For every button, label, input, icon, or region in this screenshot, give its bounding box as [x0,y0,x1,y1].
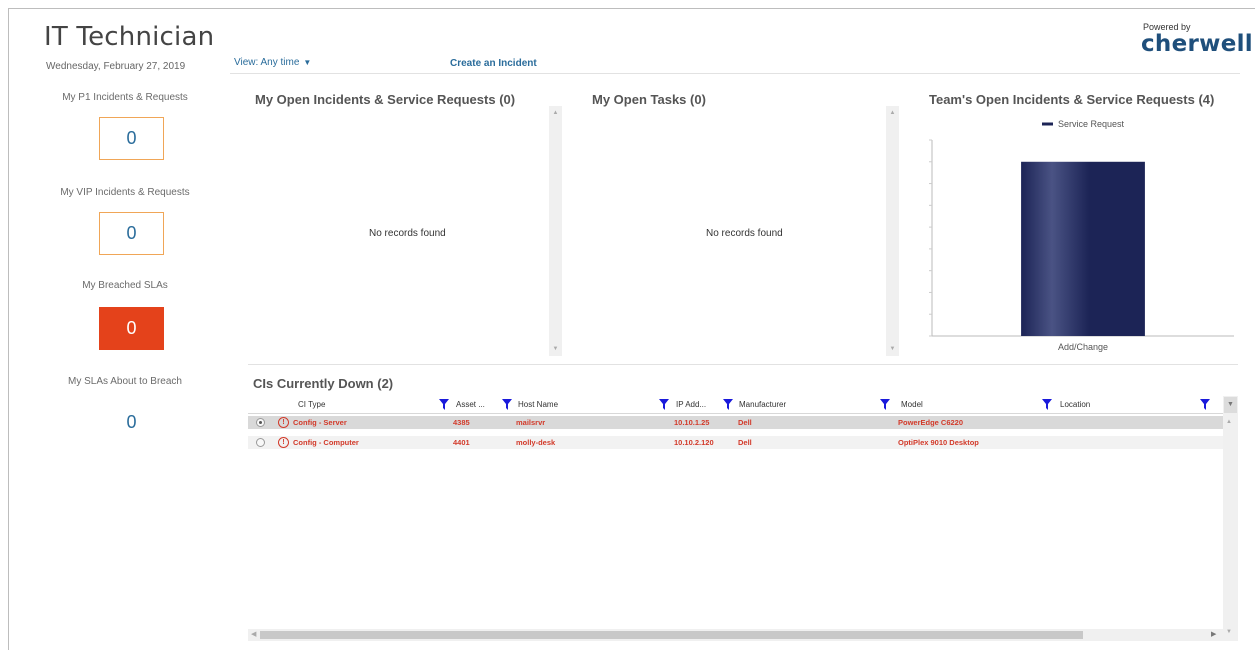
open-tasks-scrollbar[interactable]: ▲ ▼ [886,106,899,356]
cell-asset: 4385 [453,418,470,427]
filter-icon[interactable] [502,399,512,410]
cell-ci-type: Config - Computer [293,438,359,447]
column-header-model[interactable]: Model [901,400,923,409]
cell-host-name: mailsrvr [516,418,546,427]
bar [1021,161,1145,336]
slas-about-to-breach-label: My SLAs About to Breach [68,376,182,387]
scroll-up-icon[interactable]: ▲ [549,110,562,116]
panels-divider [248,364,1238,365]
p1-incidents-label: My P1 Incidents & Requests [62,92,188,103]
table-row[interactable]: ! Config - Server 4385 mailsrvr 10.10.1.… [248,416,1223,429]
cell-manufacturer: Dell [738,418,752,427]
team-incidents-chart[interactable]: Service Request Add/Change [920,112,1240,362]
column-header-location[interactable]: Location [1060,400,1090,409]
column-header-ci-type[interactable]: CI Type [298,400,325,409]
view-time-label: View: Any time [234,57,300,68]
team-incidents-title: Team's Open Incidents & Service Requests… [929,92,1215,107]
filter-icon[interactable] [439,399,449,410]
vip-incidents-label: My VIP Incidents & Requests [60,187,190,198]
header-divider [230,73,1240,74]
scroll-down-icon[interactable]: ▼ [549,346,562,352]
cis-down-grid: CI Type Asset ... Host Name IP Add... Ma… [248,396,1238,641]
column-header-ip-address[interactable]: IP Add... [676,400,706,409]
scroll-right-icon[interactable]: ▶ [1211,630,1216,638]
current-date: Wednesday, February 27, 2019 [46,61,186,72]
row-select-radio[interactable] [256,418,265,427]
vip-incidents-count[interactable]: 0 [99,212,164,255]
cherwell-logo: cherwell [1141,31,1253,57]
row-select-radio[interactable] [256,438,265,447]
alert-icon: ! [278,417,289,428]
filter-icon[interactable] [659,399,669,410]
column-header-manufacturer[interactable]: Manufacturer [739,400,786,409]
cis-down-title: CIs Currently Down (2) [253,376,394,391]
x-tick-label: Add/Change [1058,342,1108,352]
create-incident-link[interactable]: Create an Incident [450,58,537,69]
page-title: IT Technician [44,22,215,52]
legend-label: Service Request [1058,119,1125,129]
breached-slas-label: My Breached SLAs [82,280,168,291]
cell-asset: 4401 [453,438,470,447]
grid-header: CI Type Asset ... Host Name IP Add... Ma… [248,396,1223,414]
open-incidents-empty: No records found [369,228,446,239]
scroll-down-icon[interactable]: ▼ [1226,629,1232,635]
filter-icon[interactable] [1042,399,1052,410]
breached-slas-count[interactable]: 0 [99,307,164,350]
cell-model: PowerEdge C6220 [898,418,964,427]
cell-host-name: molly-desk [516,438,556,447]
column-chooser-chevron-icon[interactable]: ▼ [1224,397,1237,413]
cell-ip-address: 10.10.2.120 [674,438,714,447]
grid-vertical-scrollbar[interactable]: ▼ ▲ ▼ [1223,396,1238,641]
cell-ip-address: 10.10.1.25 [674,418,710,427]
alert-icon: ! [278,437,289,448]
filter-icon[interactable] [1200,399,1210,410]
filter-icon[interactable] [723,399,733,410]
column-header-host-name[interactable]: Host Name [518,400,558,409]
view-time-dropdown[interactable]: View: Any time ▼ [234,57,311,68]
scroll-down-icon[interactable]: ▼ [886,346,899,352]
open-incidents-title: My Open Incidents & Service Requests (0) [255,92,516,107]
scroll-thumb[interactable] [260,631,1083,639]
cell-model: OptiPlex 9010 Desktop [898,438,979,447]
scroll-up-icon[interactable]: ▲ [1226,419,1232,425]
open-tasks-empty: No records found [706,228,783,239]
cell-ci-type: Config - Server [293,418,347,427]
p1-incidents-count[interactable]: 0 [99,117,164,160]
column-header-asset[interactable]: Asset ... [456,400,485,409]
open-incidents-scrollbar[interactable]: ▲ ▼ [549,106,562,356]
grid-horizontal-scrollbar[interactable]: ◀ ▶ [248,629,1223,641]
scroll-left-icon[interactable]: ◀ [251,630,256,638]
filter-icon[interactable] [880,399,890,410]
slas-about-to-breach-count[interactable]: 0 [99,412,164,433]
caret-down-icon: ▼ [303,58,312,67]
open-tasks-title: My Open Tasks (0) [592,92,706,107]
table-row[interactable]: ! Config - Computer 4401 molly-desk 10.1… [248,436,1223,449]
cell-manufacturer: Dell [738,438,752,447]
scroll-up-icon[interactable]: ▲ [886,110,899,116]
